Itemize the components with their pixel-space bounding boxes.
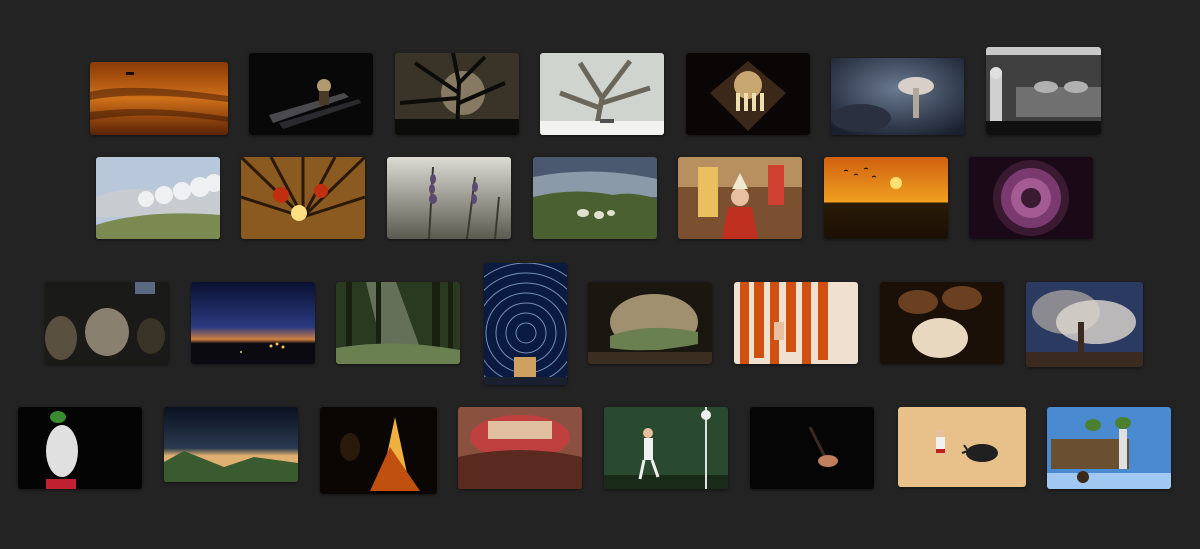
photo-thumbnail-5[interactable] — [686, 53, 810, 135]
photo-thumbnail-20[interactable] — [734, 282, 858, 364]
photo-thumbnail-26[interactable] — [458, 407, 582, 489]
photo-thumbnail-14[interactable] — [969, 157, 1093, 239]
photo-thumbnail-1[interactable] — [90, 62, 228, 135]
photo-thumbnail-18[interactable] — [484, 263, 567, 385]
photo-thumbnail-24[interactable] — [164, 407, 298, 482]
photo-thumbnail-10[interactable] — [387, 157, 511, 239]
photo-thumbnail-3[interactable] — [395, 53, 519, 135]
photo-thumbnail-9[interactable] — [241, 157, 365, 239]
photo-thumbnail-22[interactable] — [1026, 282, 1143, 367]
photo-thumbnail-11[interactable] — [533, 157, 657, 239]
photo-thumbnail-30[interactable] — [1047, 407, 1171, 489]
photo-thumbnail-23[interactable] — [18, 407, 142, 489]
photo-thumbnail-25[interactable] — [320, 407, 437, 494]
photo-thumbnail-16[interactable] — [191, 282, 315, 364]
photo-thumbnail-15[interactable] — [45, 282, 169, 364]
photo-thumbnail-2[interactable] — [249, 53, 373, 135]
photo-thumbnail-8[interactable] — [96, 157, 220, 239]
photo-thumbnail-29[interactable] — [898, 407, 1026, 487]
photo-thumbnail-17[interactable] — [336, 282, 460, 364]
photo-thumbnail-27[interactable] — [604, 407, 728, 489]
photo-thumbnail-13[interactable] — [824, 157, 948, 239]
photo-gallery — [0, 0, 1200, 549]
photo-thumbnail-4[interactable] — [540, 53, 664, 135]
photo-thumbnail-6[interactable] — [831, 58, 964, 135]
photo-thumbnail-12[interactable] — [678, 157, 802, 239]
photo-thumbnail-28[interactable] — [750, 407, 874, 489]
photo-thumbnail-21[interactable] — [880, 282, 1004, 364]
photo-thumbnail-19[interactable] — [588, 282, 712, 364]
photo-thumbnail-7[interactable] — [986, 47, 1101, 135]
